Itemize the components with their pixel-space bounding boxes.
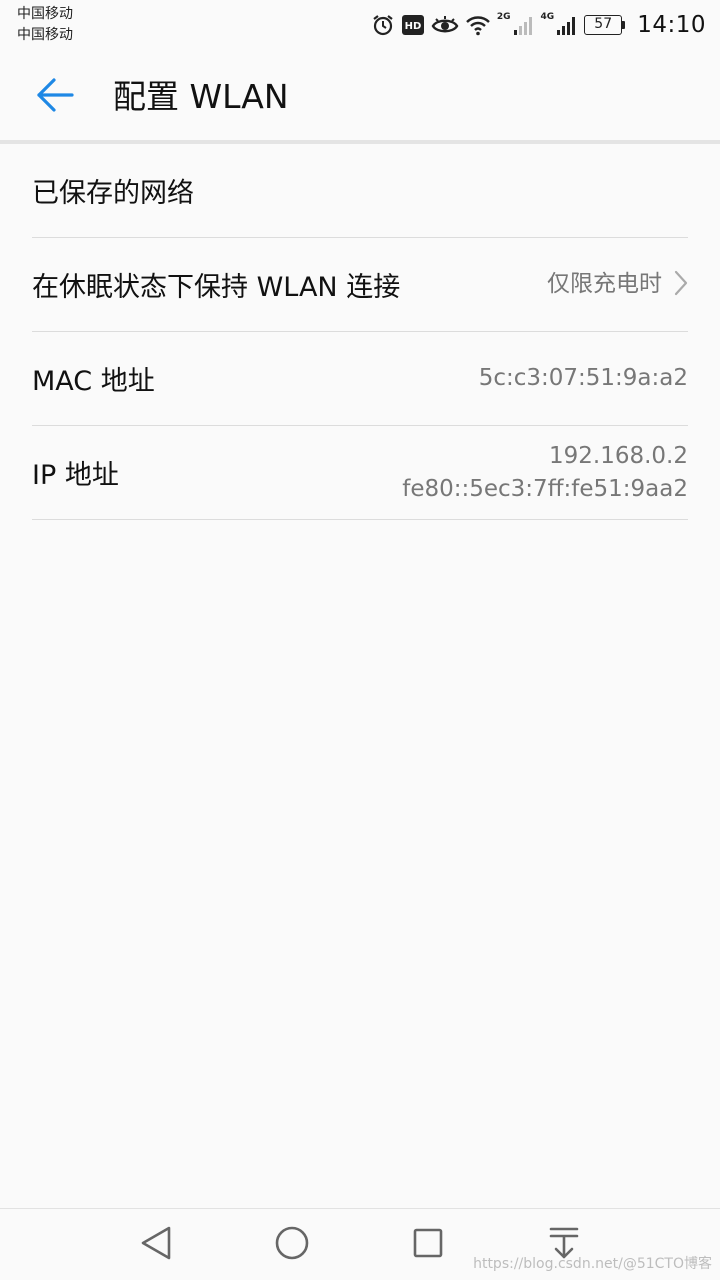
carrier-labels: 中国移动 中国移动 [17,4,73,46]
carrier-1: 中国移动 [17,6,73,22]
status-icons: HD 2G 4G 57 14:10 [371,8,706,42]
saved-networks-label: 已保存的网络 [32,178,194,209]
clock: 14:10 [637,12,706,38]
signal-2g-icon [513,14,535,36]
eye-comfort-icon [431,14,459,36]
saved-networks-item[interactable]: 已保存的网络 [32,144,688,238]
hd-icon: HD [401,14,425,36]
network-tag-4g: 4G [540,12,555,22]
keep-wlan-on-sleep-value-group: 仅限充电时 [547,268,688,301]
arrow-left-icon [35,77,75,117]
ip-address-values: 192.168.0.2 fe80::5ec3:7ff:fe51:9aa2 [402,440,688,506]
status-bar: 中国移动 中国移动 HD 2G 4G 57 14:10 [0,0,720,50]
back-triangle-icon [139,1225,173,1265]
recents-square-icon [412,1227,444,1263]
keep-wlan-on-sleep-label: 在休眠状态下保持 WLAN 连接 [32,272,401,303]
watermark: https://blog.csdn.net/@51CTO博客 [473,1256,712,1272]
ipv4-address: 192.168.0.2 [549,442,688,469]
chevron-right-icon [674,270,688,300]
ip-address-label: IP 地址 [32,460,119,491]
nav-recents-button[interactable] [406,1223,450,1267]
page-title: 配置 WLAN [113,77,289,116]
battery-indicator: 57 [584,15,626,35]
navigation-bar: https://blog.csdn.net/@51CTO博客 [0,1208,720,1280]
keep-wlan-on-sleep-item[interactable]: 在休眠状态下保持 WLAN 连接 仅限充电时 [32,238,688,332]
svg-text:HD: HD [405,21,422,32]
app-bar: 配置 WLAN [0,50,720,140]
network-tag-2g: 2G [496,12,511,22]
mac-address-label: MAC 地址 [32,366,155,397]
keep-wlan-on-sleep-value: 仅限充电时 [547,271,662,297]
alarm-icon [371,13,395,37]
wifi-icon [465,14,491,36]
battery-level: 57 [584,15,623,35]
ipv6-address: fe80::5ec3:7ff:fe51:9aa2 [402,475,688,502]
back-button[interactable] [30,74,80,120]
nav-home-button[interactable] [270,1223,314,1267]
signal-4g-icon [556,14,578,36]
battery-tip [622,21,626,29]
nav-back-button[interactable] [134,1223,178,1267]
screen: 中国移动 中国移动 HD 2G 4G 57 14:10 配置 WLAN 已保存的… [0,0,720,1280]
home-circle-icon [274,1225,310,1265]
carrier-2: 中国移动 [17,27,73,43]
mac-address-value: 5c:c3:07:51:9a:a2 [478,365,688,391]
mac-address-item: MAC 地址 5c:c3:07:51:9a:a2 [32,332,688,426]
ip-address-item: IP 地址 192.168.0.2 fe80::5ec3:7ff:fe51:9a… [32,426,688,520]
settings-list: 已保存的网络 在休眠状态下保持 WLAN 连接 仅限充电时 MAC 地址 5c:… [32,144,688,520]
